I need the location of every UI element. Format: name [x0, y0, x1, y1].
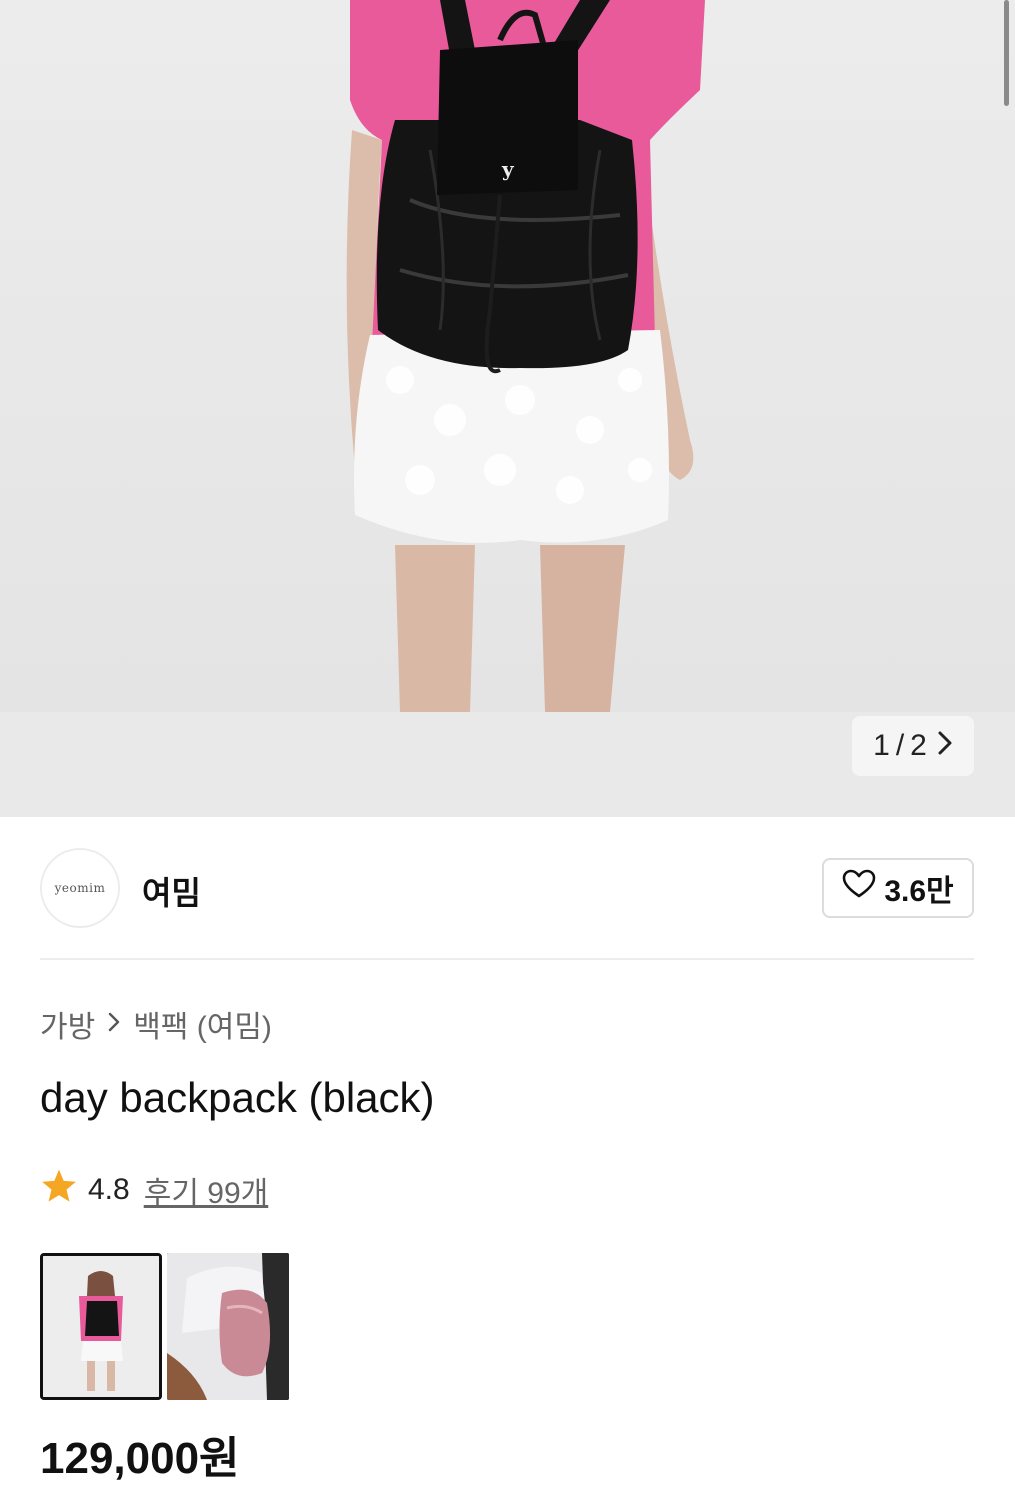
- brand-logo[interactable]: yeomim: [40, 848, 120, 928]
- chevron-right-icon: [937, 730, 953, 763]
- rating-score: 4.8: [88, 1173, 130, 1206]
- product-title: day backpack (black): [40, 1074, 435, 1121]
- star-icon: [40, 1168, 78, 1212]
- thumbnail-black-image: [43, 1256, 159, 1397]
- gallery-pager-button[interactable]: 1 / 2: [852, 716, 974, 776]
- breadcrumb-subcategory[interactable]: 백팩 (여밈): [133, 1002, 272, 1046]
- chevron-right-icon: [107, 1009, 121, 1040]
- heart-outline-icon: [842, 869, 876, 907]
- brand-row: yeomim 여밈 3.6만: [40, 848, 974, 928]
- svg-text:y: y: [501, 157, 515, 181]
- product-price: 129,000원: [40, 1434, 240, 1483]
- pager-total: 2: [910, 729, 927, 762]
- rating-row: 4.8 후기 99개: [40, 1168, 268, 1212]
- brand-name-link[interactable]: 여밈: [142, 868, 201, 914]
- page-scrollbar[interactable]: [1004, 0, 1009, 106]
- model-with-backpack-illustration: y: [346, 0, 705, 712]
- like-button[interactable]: 3.6만: [822, 858, 974, 918]
- reviews-link[interactable]: 후기 99개: [144, 1168, 269, 1212]
- thumbnail-black-backpack[interactable]: [40, 1253, 162, 1400]
- thumbnail-pink-image: [167, 1253, 289, 1400]
- breadcrumb: 가방 백팩 (여밈): [40, 1002, 272, 1046]
- product-photo: y: [0, 0, 1015, 712]
- breadcrumb-category[interactable]: 가방: [40, 1002, 95, 1046]
- like-count: 3.6만: [884, 875, 954, 908]
- pager-separator: /: [895, 729, 905, 762]
- product-image-gallery[interactable]: y 1 / 2: [0, 0, 1015, 817]
- thumbnail-pink-backpack[interactable]: [167, 1253, 289, 1400]
- pager-current: 1: [873, 729, 890, 762]
- divider: [40, 958, 974, 960]
- brand-logo-text: yeomim: [54, 881, 106, 895]
